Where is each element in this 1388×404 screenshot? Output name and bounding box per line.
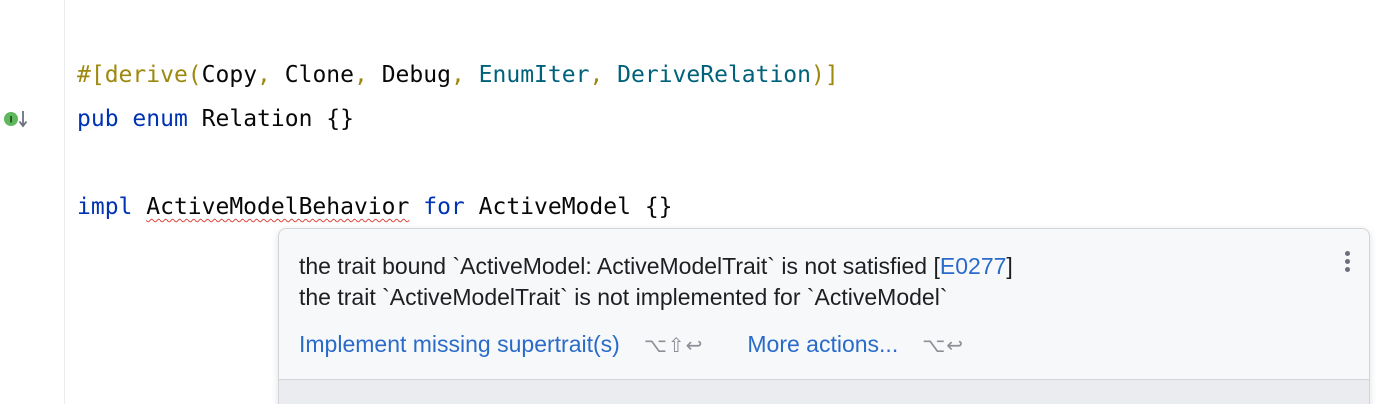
keyword-for: for	[423, 194, 465, 220]
keyword-pub: pub	[77, 106, 119, 132]
derive-deriverelation: DeriveRelation	[617, 62, 812, 88]
marker-label: I	[9, 116, 12, 126]
kebab-menu-icon[interactable]	[1339, 249, 1355, 279]
attr-close: )]	[811, 62, 839, 88]
error-code-link[interactable]: E0277	[940, 253, 1007, 279]
error-message: the trait bound `ActiveModel: ActiveMode…	[299, 251, 1013, 313]
code-line-derive: #[derive(Copy, Clone, Debug, EnumIter, D…	[77, 60, 839, 90]
keyword-impl: impl	[77, 194, 133, 220]
derive-clone: Clone	[284, 62, 354, 88]
error-message-line2: the trait `ActiveModelTrait` is not impl…	[299, 284, 948, 310]
popup-footer	[279, 379, 1369, 404]
derive-copy: Copy	[201, 62, 258, 88]
keyword-enum: enum	[132, 106, 188, 132]
code-line-impl: impl ActiveModelBehavior for ActiveModel…	[77, 192, 673, 222]
more-actions-link[interactable]: More actions...	[747, 331, 898, 357]
derive-debug: Debug	[381, 62, 451, 88]
implement-supertraits-action[interactable]: Implement missing supertrait(s)	[299, 331, 620, 357]
comma: ,	[450, 62, 479, 88]
code-editor[interactable]: I #[derive(Copy, Clone, Debug, EnumIter,…	[0, 0, 1388, 404]
attr-open: #[	[77, 62, 105, 88]
error-message-text: the trait bound `ActiveModel: ActiveMode…	[299, 253, 940, 279]
comma: ,	[257, 62, 285, 88]
code-line-enum: pub enum Relation {}	[77, 104, 354, 134]
error-popup: the trait bound `ActiveModel: ActiveMode…	[278, 228, 1370, 404]
impl-body: {}	[644, 194, 673, 220]
comma: ,	[354, 62, 382, 88]
impl-type: ActiveModel	[478, 194, 631, 220]
error-message-line1: the trait bound `ActiveModel: ActiveMode…	[299, 253, 1013, 279]
action2-shortcut: ⌥↩	[922, 335, 965, 357]
action1-shortcut: ⌥⇧↩	[643, 335, 704, 357]
enum-body: {}	[326, 106, 354, 132]
error-message-suffix: ]	[1006, 253, 1013, 279]
quick-actions: Implement missing supertrait(s) ⌥⇧↩ More a…	[299, 329, 1008, 361]
derive-attr: derive	[104, 62, 188, 88]
comma: ,	[589, 62, 618, 88]
editor-gutter[interactable]: I	[0, 0, 65, 404]
paren-open: (	[187, 62, 202, 88]
trait-name-error[interactable]: ActiveModelBehavior	[146, 194, 409, 220]
implemented-marker-icon[interactable]: I	[2, 108, 32, 130]
derive-enumiter: EnumIter	[478, 62, 590, 88]
enum-name: Relation	[201, 106, 313, 132]
